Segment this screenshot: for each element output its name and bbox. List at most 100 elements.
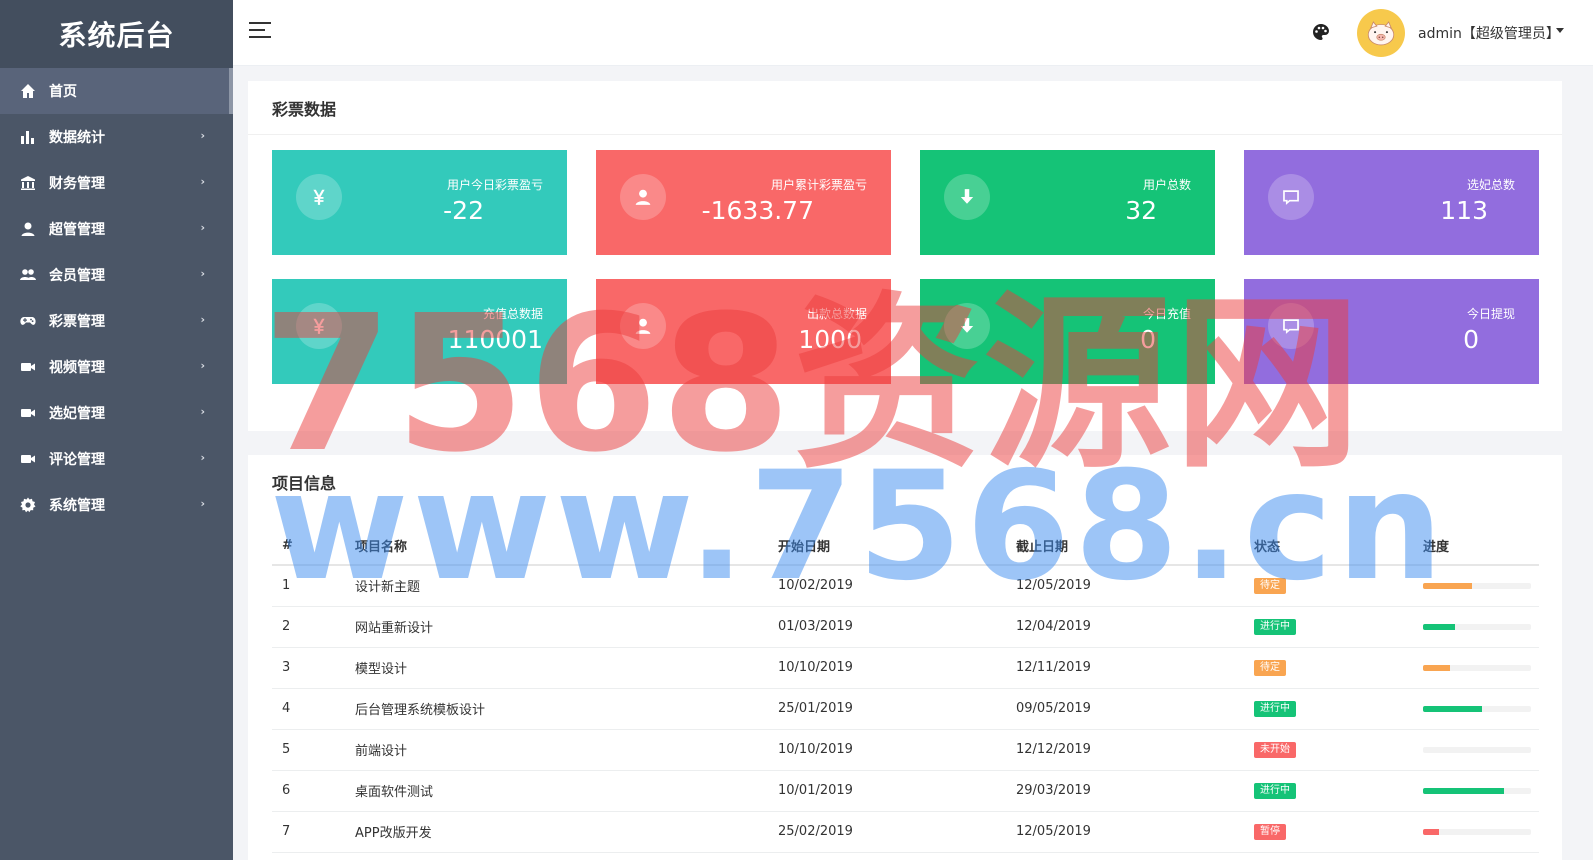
video-icon — [18, 405, 38, 421]
project-name: 网站重新设计 — [345, 606, 768, 648]
sidebar-item-3[interactable]: 财务管理 › — [0, 160, 233, 206]
chevron-right-icon: › — [200, 451, 205, 464]
stat-value: -1633.77 — [701, 196, 814, 225]
stat-card[interactable]: 用户今日彩票盈亏 -22 — [272, 150, 567, 255]
sidebar-item-9[interactable]: 评论管理 › — [0, 436, 233, 482]
download-icon — [944, 174, 990, 220]
status-badge: 进行中 — [1254, 701, 1296, 717]
chevron-right-icon: › — [200, 129, 205, 142]
project-name: 设计新主题 — [345, 565, 768, 607]
progress-fill — [1423, 582, 1472, 589]
video-icon — [18, 359, 38, 375]
row-id: 3 — [272, 647, 345, 689]
status-cell: 进行中 — [1244, 770, 1413, 812]
end-date: 12/05/2019 — [1006, 811, 1244, 853]
sidebar-item-8[interactable]: 选妃管理 › — [0, 390, 233, 436]
row-id: 6 — [272, 770, 345, 812]
project-name: 模型设计 — [345, 647, 768, 689]
chevron-right-icon: › — [200, 405, 205, 418]
progress-bar — [1423, 828, 1531, 835]
row-id: 7 — [272, 811, 345, 853]
stat-card[interactable]: 今日提现 0 — [1244, 279, 1539, 384]
row-id: 2 — [272, 606, 345, 648]
stat-value: 32 — [1125, 196, 1157, 225]
progress-cell — [1413, 565, 1539, 607]
progress-fill — [1423, 787, 1504, 794]
project-name: 桌面软件测试 — [345, 770, 768, 812]
sidebar-item-10[interactable]: 系统管理 › — [0, 482, 233, 528]
sidebar-item-7[interactable]: 视频管理 › — [0, 344, 233, 390]
user-name[interactable]: admin【超级管理员】 — [1418, 23, 1560, 43]
chevron-right-icon: › — [200, 267, 205, 280]
video-icon — [18, 451, 38, 467]
avatar[interactable] — [1357, 9, 1405, 57]
sidebar-item-2[interactable]: 数据统计 › — [0, 114, 233, 160]
bank-icon — [18, 175, 38, 191]
sidebar-item-label: 彩票管理 — [49, 314, 105, 330]
start-date: 10/10/2019 — [768, 647, 1006, 689]
stat-value: -22 — [443, 196, 484, 225]
sidebar-item-5[interactable]: 会员管理 › — [0, 252, 233, 298]
sidebar-item-4[interactable]: 超管管理 › — [0, 206, 233, 252]
chevron-right-icon: › — [200, 221, 205, 234]
chevron-right-icon: › — [200, 497, 205, 510]
progress-bar — [1423, 705, 1531, 712]
status-cell: 进行中 — [1244, 606, 1413, 648]
palette-icon[interactable] — [1311, 22, 1331, 42]
progress-fill — [1423, 664, 1450, 671]
table-row[interactable]: 2 网站重新设计 01/03/2019 12/04/2019 进行中 — [272, 606, 1539, 648]
table-row[interactable]: 1 设计新主题 10/02/2019 12/05/2019 待定 — [272, 565, 1539, 607]
progress-fill — [1423, 623, 1456, 630]
start-date: 10/01/2019 — [768, 770, 1006, 812]
progress-bar — [1423, 787, 1531, 794]
projects-panel: 项目信息 # 项目名称 开始日期 截止日期 状态 进度 1 设计新主题 10/02/2019 1… — [248, 455, 1562, 860]
sidebar-nav: 首页 数据统计 › 财务管理 › 超管管理 › 会员管理 › 彩票管理 › 视频管理 › 选妃管理 › 评论管… — [0, 68, 233, 528]
column-header: 项目名称 — [345, 527, 768, 566]
projects-table: # 项目名称 开始日期 截止日期 状态 进度 1 设计新主题 10/02/2019 12/05/… — [272, 527, 1539, 853]
row-id: 1 — [272, 565, 345, 607]
status-cell: 暂停 — [1244, 811, 1413, 853]
sidebar-item-label: 系统管理 — [49, 498, 105, 514]
table-row[interactable]: 5 前端设计 10/10/2019 12/12/2019 未开始 — [272, 729, 1539, 771]
progress-cell — [1413, 606, 1539, 648]
sidebar: 系统后台 首页 数据统计 › 财务管理 › 超管管理 › 会员管理 › 彩票管理 › 视频管理 › 选妃管… — [0, 0, 233, 860]
project-name: APP改版开发 — [345, 811, 768, 853]
table-row[interactable]: 3 模型设计 10/10/2019 12/11/2019 待定 — [272, 647, 1539, 689]
stat-value: 110001 — [447, 325, 543, 354]
table-row[interactable]: 7 APP改版开发 25/02/2019 12/05/2019 暂停 — [272, 811, 1539, 853]
progress-bar — [1423, 623, 1531, 630]
stat-label: 今日充值 — [1142, 307, 1191, 321]
chevron-right-icon: › — [200, 359, 205, 372]
stat-card[interactable]: 选妃总数 113 — [1244, 150, 1539, 255]
column-header: 截止日期 — [1006, 527, 1244, 566]
home-icon — [18, 83, 38, 99]
status-cell: 未开始 — [1244, 729, 1413, 771]
stat-value: 1000 — [798, 325, 862, 354]
table-row[interactable]: 4 后台管理系统模板设计 25/01/2019 09/05/2019 进行中 — [272, 688, 1539, 730]
sidebar-item-1[interactable]: 首页 — [0, 68, 233, 114]
start-date: 25/02/2019 — [768, 811, 1006, 853]
stat-card[interactable]: 今日充值 0 — [920, 279, 1215, 384]
status-badge: 待定 — [1254, 660, 1286, 676]
stat-label: 用户总数 — [1142, 178, 1191, 192]
end-date: 12/12/2019 — [1006, 729, 1244, 771]
sidebar-item-label: 数据统计 — [49, 130, 105, 146]
progress-cell — [1413, 729, 1539, 771]
sidebar-item-6[interactable]: 彩票管理 › — [0, 298, 233, 344]
user-icon — [620, 174, 666, 220]
sidebar-item-label: 超管管理 — [49, 222, 105, 238]
table-row[interactable]: 6 桌面软件测试 10/01/2019 29/03/2019 进行中 — [272, 770, 1539, 812]
brand-title: 系统后台 — [0, 0, 233, 68]
start-date: 10/02/2019 — [768, 565, 1006, 607]
sidebar-item-label: 视频管理 — [49, 360, 105, 376]
menu-toggle-icon[interactable] — [249, 22, 271, 44]
caret-down-icon[interactable] — [1556, 28, 1564, 33]
comment-icon — [1268, 303, 1314, 349]
project-name: 前端设计 — [345, 729, 768, 771]
column-header: 状态 — [1244, 527, 1413, 566]
stat-card[interactable]: 出款总数据 1000 — [596, 279, 891, 384]
stat-card[interactable]: 用户总数 32 — [920, 150, 1215, 255]
panel-title: 彩票数据 — [248, 81, 1562, 135]
stat-card[interactable]: 充值总数据 110001 — [272, 279, 567, 384]
stat-card[interactable]: 用户累计彩票盈亏 -1633.77 — [596, 150, 891, 255]
